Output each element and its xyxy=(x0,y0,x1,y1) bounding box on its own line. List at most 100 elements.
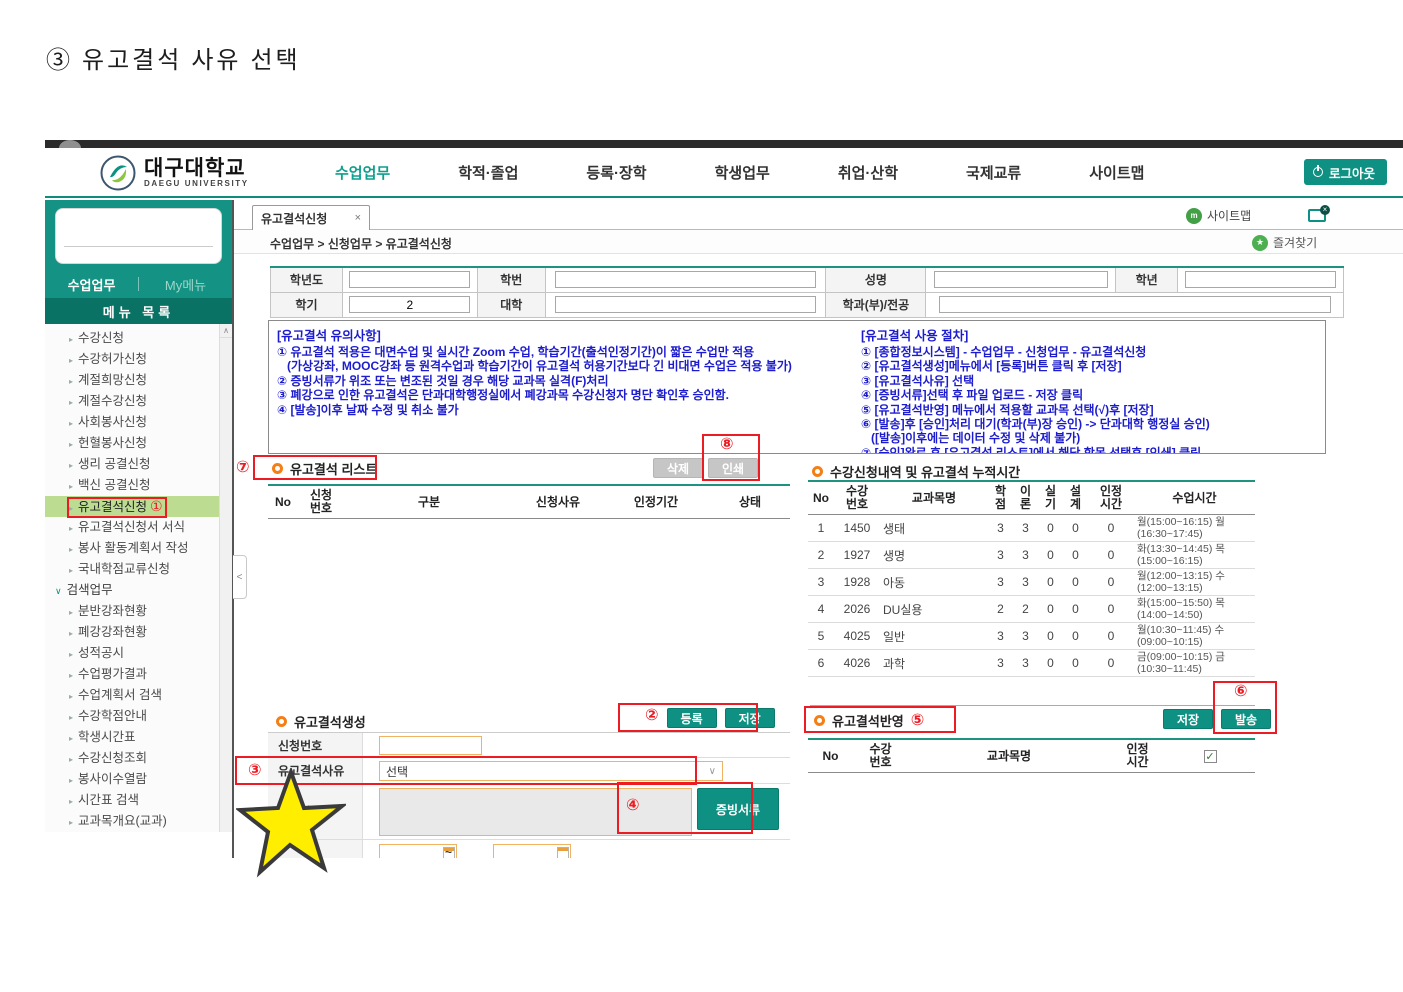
sidebar-item[interactable]: 유고결석신청서 서식 xyxy=(45,517,219,538)
apply-detail-textarea[interactable] xyxy=(379,788,692,836)
arrow-right-icon xyxy=(69,566,73,575)
sitemap-link[interactable]: m 사이트맵 xyxy=(1186,207,1251,224)
apply-detail-row: 신청사유 증빙서류 xyxy=(268,784,790,840)
sidebar-item[interactable]: 분반강좌현황 xyxy=(45,601,219,622)
nav-item[interactable]: 국제교류 xyxy=(966,162,1021,183)
tab-close-icon[interactable]: × xyxy=(355,212,361,224)
term-input[interactable] xyxy=(349,296,470,313)
year-input[interactable] xyxy=(349,271,470,288)
name-input[interactable] xyxy=(934,271,1108,288)
cell-practice: 0 xyxy=(1038,650,1063,677)
scroll-up-icon[interactable]: ∧ xyxy=(220,324,232,338)
enrollment-row[interactable]: 6 4026 과학 3 3 0 0 0 금(09:00~10:15) 금(10:… xyxy=(808,650,1255,677)
cell-practice: 0 xyxy=(1038,623,1063,650)
sidebar-item[interactable]: 봉사이수열람 xyxy=(45,769,219,790)
sidebar-item[interactable]: 교과목개요(교과) xyxy=(45,811,219,832)
app-window: 대구대학교 DAEGU UNIVERSITY 수업업무 학적·졸업 등록·장학 학생업… xyxy=(45,140,1403,858)
cell-class-time: 화(13:30~14:45) 목(15:00~16:15) xyxy=(1134,542,1255,569)
cell-course-name: 과학 xyxy=(880,650,988,677)
college-input[interactable] xyxy=(555,296,816,313)
sidebar-item[interactable]: 백신 공결신청 xyxy=(45,475,219,496)
enrollment-row[interactable]: 5 4025 일반 3 3 0 0 0 월(10:30~11:45) 수(09:… xyxy=(808,623,1255,650)
evidence-button[interactable]: 증빙서류 xyxy=(697,788,779,830)
cell-credits: 3 xyxy=(988,542,1013,569)
apply-no-input[interactable] xyxy=(379,736,482,755)
cell-design: 0 xyxy=(1063,596,1088,623)
sidebar-item-label: 시간표 검색 xyxy=(78,793,139,807)
university-logo[interactable]: 대구대학교 DAEGU UNIVERSITY xyxy=(100,155,249,191)
sidebar-item[interactable]: 생리 공결신청 xyxy=(45,454,219,475)
chevron-down-icon: ∨ xyxy=(709,766,716,777)
sidebar-item[interactable]: 수강허가신청 xyxy=(45,349,219,370)
label-grade: 학년 xyxy=(1116,267,1178,292)
window-body: 수업업무 My메뉴 메뉴 목록 수강신청수강허가신청계절희망신청계절수강신청사회… xyxy=(45,200,1403,858)
label-apply-no: 신청번호 xyxy=(268,733,363,757)
nav-item[interactable]: 수업업무 xyxy=(335,162,390,183)
enrollment-row[interactable]: 3 1928 아동 3 3 0 0 0 월(12:00~13:15) 수(12:… xyxy=(808,569,1255,596)
tab-absence-application[interactable]: 유고결석신청 × xyxy=(252,205,370,230)
nav-item[interactable]: 등록·장학 xyxy=(586,162,646,183)
register-button[interactable]: 등록 xyxy=(667,708,717,728)
nav-item[interactable]: 학생업무 xyxy=(715,162,770,183)
student-no-input[interactable] xyxy=(555,271,816,288)
cell-recognized-hours: 0 xyxy=(1088,569,1134,596)
sidebar-item[interactable]: 학생시간표 xyxy=(45,727,219,748)
save-button[interactable]: 저장 xyxy=(725,708,775,728)
absence-reason-select[interactable]: 선택 ∨ xyxy=(379,761,723,781)
sidebar-item[interactable]: 수강신청조회 xyxy=(45,748,219,769)
nav-item[interactable]: 사이트맵 xyxy=(1089,162,1144,183)
send-button[interactable]: 발송 xyxy=(1221,709,1271,729)
favorite-star-icon: ★ xyxy=(1252,235,1268,251)
sidebar-item[interactable]: 시간표 검색 xyxy=(45,790,219,811)
nav-item[interactable]: 학적·졸업 xyxy=(458,162,518,183)
sidebar-item[interactable]: 계절희망신청 xyxy=(45,370,219,391)
sidebar-item[interactable]: 계절수강신청 xyxy=(45,391,219,412)
enrollment-row[interactable]: 1 1450 생태 3 3 0 0 0 월(15:00~16:15) 월(16:… xyxy=(808,515,1255,542)
cell-credits: 2 xyxy=(988,596,1013,623)
close-window-icon[interactable] xyxy=(1308,209,1326,222)
sidebar-item-label: 봉사 활동계획서 작성 xyxy=(78,541,188,555)
sidebar-item[interactable]: 수강신청 xyxy=(45,328,219,349)
enrollment-row[interactable]: 4 2026 DU실용 2 2 0 0 0 화(15:00~15:50) 목(1… xyxy=(808,596,1255,623)
power-icon xyxy=(1313,167,1323,177)
favorite-link[interactable]: ★ 즐겨찾기 xyxy=(1252,234,1317,251)
annotation-5: ⑤ xyxy=(911,713,925,729)
sidebar-item[interactable]: 국내학점교류신청 xyxy=(45,559,219,580)
label-name: 성명 xyxy=(826,267,926,292)
sidebar-item[interactable]: 성적공시 xyxy=(45,643,219,664)
cell-class-time: 월(10:30~11:45) 수(09:00~10:15) xyxy=(1134,623,1255,650)
cell-class-time: 금(09:00~10:15) 금(10:30~11:45) xyxy=(1134,650,1255,677)
absence-list-title: 유고결석 리스트 xyxy=(290,459,377,478)
cell-no: 6 xyxy=(808,650,834,677)
university-name: 대구대학교 xyxy=(144,158,249,179)
delete-button[interactable]: 삭제 xyxy=(653,458,703,478)
notice-line: ⑤ [유고결석반영] 메뉴에서 적용할 교과목 선택(√)후 [저장] xyxy=(861,403,1321,417)
logout-button[interactable]: 로그아웃 xyxy=(1304,159,1387,185)
sidebar-tab-mymenu[interactable]: My메뉴 xyxy=(139,275,232,294)
enrollment-row[interactable]: 2 1927 생명 3 3 0 0 0 화(13:30~14:45) 목(15:… xyxy=(808,542,1255,569)
sidebar-item[interactable]: 수강학점안내 xyxy=(45,706,219,727)
sidebar-item[interactable]: 헌혈봉사신청 xyxy=(45,433,219,454)
sidebar-item[interactable]: 사회봉사신청 xyxy=(45,412,219,433)
enrollment-table: No수강 번호교과목명학 점이 론실 기설 계인정 시간수업시간 1 1450 … xyxy=(808,480,1255,677)
sidebar-item[interactable]: 수업계획서 검색 xyxy=(45,685,219,706)
grade-input[interactable] xyxy=(1185,271,1336,288)
sidebar-scrollbar[interactable]: ∧ xyxy=(219,324,232,832)
sidebar-collapse-button[interactable]: < xyxy=(233,555,247,599)
sidebar-item-label: 검색업무 xyxy=(67,583,113,597)
sidebar-item-label: 생리 공결신청 xyxy=(78,457,150,471)
reflect-save-button[interactable]: 저장 xyxy=(1163,709,1213,729)
select-all-checkbox[interactable]: ✓ xyxy=(1204,750,1217,763)
sidebar-item[interactable]: 검색업무 xyxy=(45,580,219,601)
column-header: 학 점 xyxy=(988,481,1013,515)
calendar-icon[interactable] xyxy=(557,847,569,858)
dept-input[interactable] xyxy=(939,296,1331,313)
sidebar-item[interactable]: 봉사 활동계획서 작성 xyxy=(45,538,219,559)
print-button[interactable]: 인쇄 xyxy=(708,458,758,478)
sidebar-tab-work[interactable]: 수업업무 xyxy=(45,275,138,294)
sidebar-item[interactable]: 유고결석신청① xyxy=(45,496,219,517)
sidebar-item[interactable]: 수업평가결과 xyxy=(45,664,219,685)
nav-item[interactable]: 취업·산학 xyxy=(838,162,898,183)
notice-procedure: [유고결석 사용 절차] ① [종합정보시스템] - 수업업무 - 신청업무 -… xyxy=(861,325,1321,454)
sidebar-item[interactable]: 폐강강좌현황 xyxy=(45,622,219,643)
